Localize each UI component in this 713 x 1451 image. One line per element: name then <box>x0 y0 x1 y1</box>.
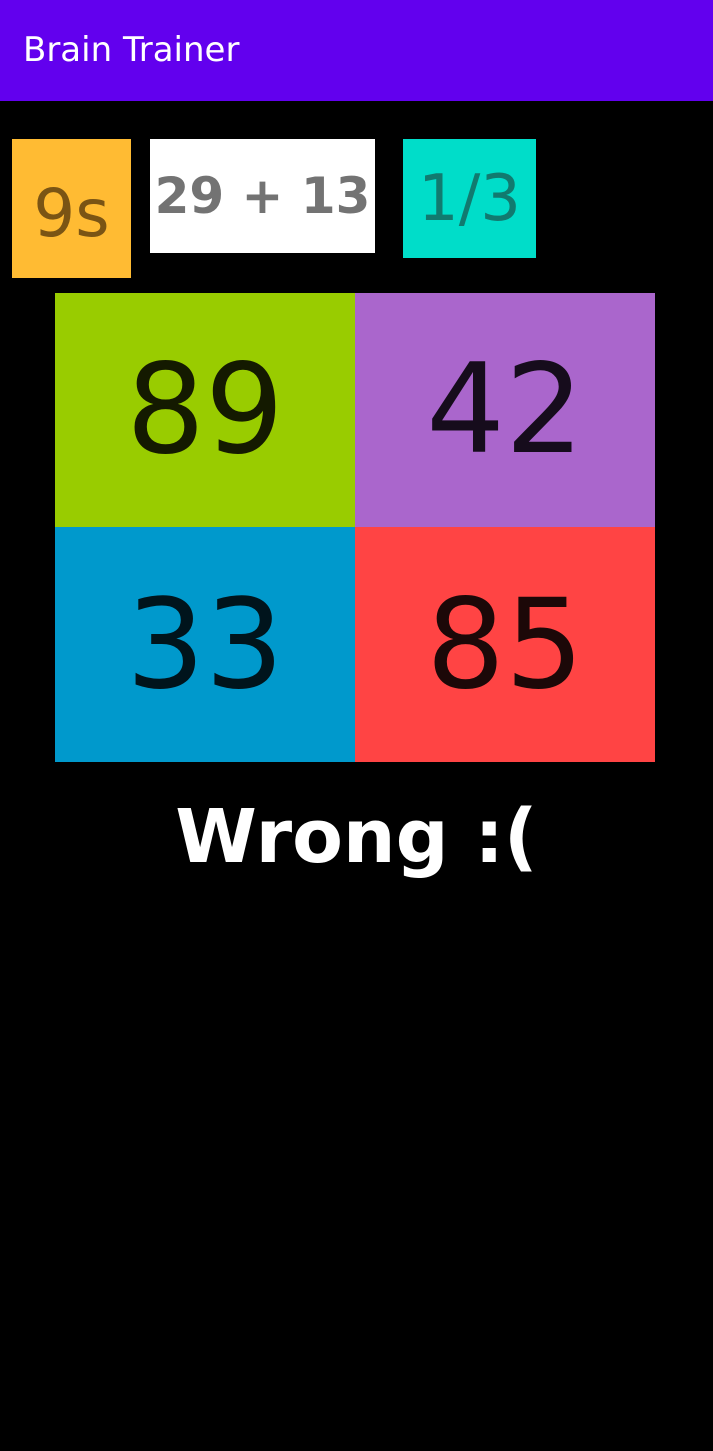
score-text: 1/3 <box>418 161 521 236</box>
answer-button-1[interactable]: 89 <box>55 293 355 527</box>
answer-label-1: 89 <box>126 338 284 482</box>
answer-button-3[interactable]: 33 <box>55 527 355 762</box>
app-title: Brain Trainer <box>23 30 240 70</box>
question-text: 29 + 13 <box>154 167 371 225</box>
app-bar: Brain Trainer <box>0 0 713 101</box>
question-display: 29 + 13 <box>150 139 375 253</box>
result-message: Wrong :( <box>175 794 538 880</box>
answer-grid: 89 42 33 85 <box>55 293 655 762</box>
answer-label-4: 85 <box>426 572 584 717</box>
answer-label-2: 42 <box>426 338 584 482</box>
timer-display: 9s <box>12 139 131 278</box>
score-display: 1/3 <box>403 139 536 258</box>
answer-label-3: 33 <box>126 572 284 717</box>
answer-button-4[interactable]: 85 <box>355 527 655 762</box>
timer-text: 9s <box>33 174 110 252</box>
answer-button-2[interactable]: 42 <box>355 293 655 527</box>
